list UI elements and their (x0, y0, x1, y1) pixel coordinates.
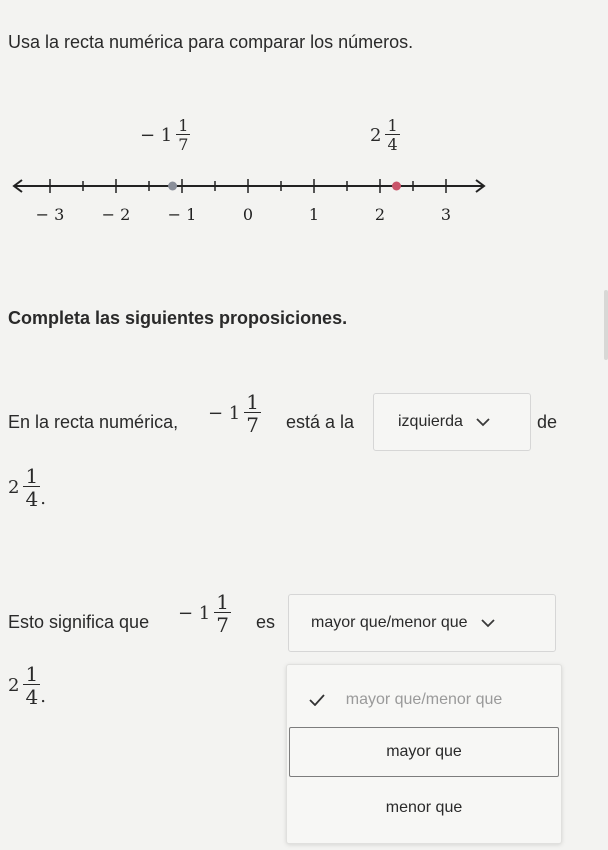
statement2-frac-num: 1 (216, 590, 229, 614)
statement2-end-fraction: 2 14 . (8, 664, 46, 707)
statement1-end-punct: . (40, 488, 46, 509)
chevron-down-icon (480, 619, 495, 628)
statement1-end-fraction: 2 14 . (8, 466, 46, 509)
point-label-pos: 2 14 (370, 118, 400, 153)
number-line: − 3 − 2 − 1 0 1 2 3 (12, 179, 486, 224)
menu-option-label: mayor que (386, 743, 462, 760)
statement1-dropdown-value: izquierda (398, 413, 463, 430)
point-label-pos-num: 1 (387, 116, 398, 135)
statement1-end-num: 1 (25, 464, 39, 488)
statement2-frac-whole: − 1 (178, 603, 211, 624)
statement1-frac-whole: − 1 (208, 403, 241, 424)
point-marker-neg (168, 181, 178, 191)
point-label-neg-den: 7 (176, 134, 191, 154)
menu-option-mayor-que[interactable]: mayor que (289, 727, 559, 777)
statement1-prefix: En la recta numérica, (8, 412, 179, 432)
tick-label: 3 (441, 205, 451, 224)
statement2-dropdown-value: mayor que/menor que (311, 614, 468, 631)
statement2-middle: es (256, 612, 276, 632)
statement1-suffix: de (537, 412, 558, 432)
tick-label: − 3 (36, 205, 65, 224)
statement1-fraction: − 1 17 (208, 392, 261, 435)
tick-label: − 2 (102, 205, 131, 224)
menu-option-menor-que[interactable]: menor que (287, 783, 561, 833)
statement1-middle: está a la (286, 412, 355, 432)
statement2-end-whole: 2 (8, 675, 20, 696)
tick-label: 2 (375, 205, 385, 224)
statement1-end-den: 4 (23, 486, 41, 511)
statement1-frac-den: 7 (244, 412, 261, 437)
statement1-dropdown[interactable]: izquierda (373, 393, 531, 451)
menu-option-label: mayor que/menor que (345, 691, 503, 708)
tick-label: − 1 (168, 205, 197, 224)
statement1-end-whole: 2 (8, 477, 20, 498)
statement2-fraction: − 1 17 (178, 592, 231, 635)
point-label-neg-num: 1 (178, 116, 189, 135)
statement2-dropdown[interactable]: mayor que/menor que (288, 594, 556, 652)
statement2-prefix: Esto signiﬁca que (8, 612, 150, 632)
point-label-pos-whole: 2 (370, 125, 382, 146)
statement1-frac-num: 1 (246, 390, 259, 414)
statement2-end-punct: . (40, 686, 46, 707)
tick-label: 0 (243, 205, 253, 224)
statement2-frac-den: 7 (214, 612, 231, 637)
menu-option-placeholder[interactable]: mayor que/menor que (287, 675, 561, 725)
point-marker-pos (392, 181, 401, 191)
dropdown-menu: mayor que/menor que mayor que menor que (286, 664, 562, 844)
statement2-end-num: 1 (25, 662, 39, 686)
point-label-neg-whole: − 1 (140, 125, 173, 146)
tick-label: 1 (309, 205, 319, 224)
statement2-end-den: 4 (23, 684, 41, 709)
scrollbar[interactable] (604, 290, 608, 360)
menu-option-label: menor que (385, 799, 463, 816)
point-label-pos-den: 4 (385, 134, 400, 154)
section-subtitle: Completa las siguientes proposiciones. (8, 308, 348, 328)
question-title: Usa la recta numérica para comparar los … (8, 32, 414, 52)
checkmark-icon (309, 694, 325, 706)
point-label-neg: − 1 17 (140, 116, 191, 154)
chevron-down-icon (476, 418, 490, 427)
